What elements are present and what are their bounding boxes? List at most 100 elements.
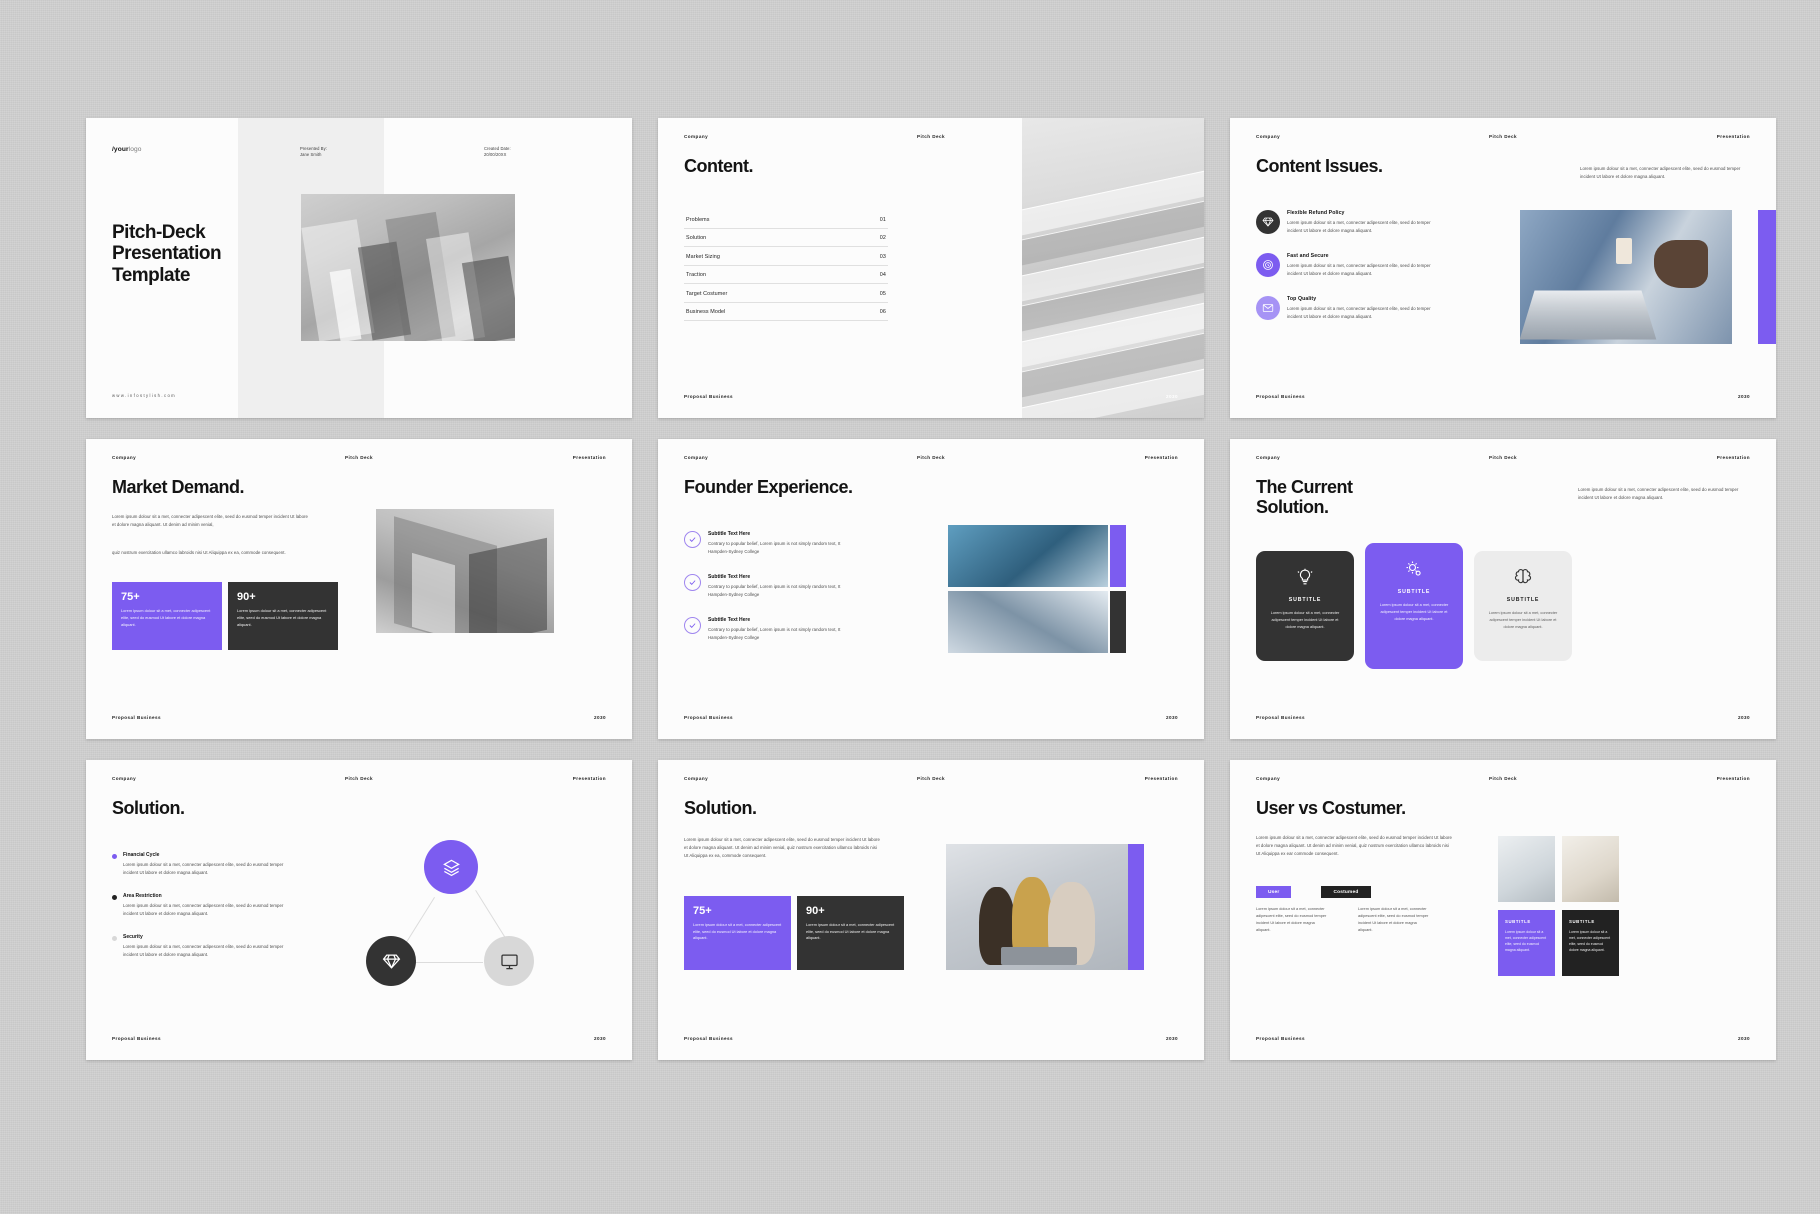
header-presentation: Presentation [1716,134,1750,139]
lightbulb-icon [1297,568,1313,585]
slide-solution-stats[interactable]: Company Pitch Deck Presentation Solution… [658,760,1204,1060]
solution-card[interactable]: SUBTITLE Lorem ipsum dolour sit a met, c… [1256,551,1354,661]
chip-user[interactable]: User [1256,886,1292,898]
list-item[interactable]: Problems 01 [684,210,888,229]
feature-item[interactable]: Flexible Refund Policy Lorem ipsum dolou… [1256,210,1446,235]
header-pitch-deck: Pitch Deck [1489,134,1517,139]
stat-card: 75+ Lorem ipsum dolour sit a met, connec… [684,896,791,970]
panel-caption: SUBTITLE [1505,919,1531,924]
header-company: Company [684,134,709,139]
experience-title: Subtitle Text Here [708,574,751,580]
header-presentation: Presentation [1716,455,1750,460]
slide-user-vs-costumer[interactable]: Company Pitch Deck Presentation User vs … [1230,760,1776,1060]
list-item[interactable]: Solution 02 [684,229,888,247]
solution-card[interactable]: SUBTITLE Lorem ipsum dolour sit a met, c… [1474,551,1572,661]
slide-header: Company Pitch Deck Presentation [86,776,632,786]
bullet-item[interactable]: Area Restriction Lorem ipsum dolour sit … [112,893,288,918]
diagram-node-left[interactable] [366,936,416,986]
header-company: Company [684,776,709,781]
feature-item[interactable]: Fast and Secure Lorem ipsum dolour sit a… [1256,253,1446,278]
slide-content-issues[interactable]: Company Pitch Deck Presentation Content … [1230,118,1776,418]
bullet-item[interactable]: Financial Cycle Lorem ipsum dolour sit a… [112,852,288,877]
glass-building-photo [948,525,1108,587]
modern-building-photo [948,591,1108,653]
header-company: Company [1256,455,1281,460]
slide-footer: Proposal Business 2030 [1230,715,1776,725]
stat-number: 90+ [806,905,825,917]
diamond-icon [1256,210,1280,234]
list-item-number: 06 [879,309,886,315]
stat-group: 75+ Lorem ipsum dolour sit a met, connec… [112,582,338,650]
slide-footer: Proposal Business 2030 [86,715,632,725]
experience-text: Contrary to popular belief, Lorem ipsum … [708,627,841,640]
experience-title: Subtitle Text Here [708,617,751,623]
accent-bar [1110,591,1126,653]
slide-footer: Proposal Business 2030 [658,1036,1204,1046]
envelope-icon [1256,296,1280,320]
slide-cover[interactable]: /yourlogo Presented By: Jane Smith Creat… [86,118,632,418]
logo-bold: /your [112,146,129,153]
bullet-text: Lorem ipsum dolour sit a met, connecter … [123,902,284,916]
feature-item[interactable]: Top Quality Lorem ipsum dolour sit a met… [1256,296,1446,321]
experience-item[interactable]: Subtitle Text Here Contrary to popular b… [684,531,856,556]
slide-content[interactable]: Company Pitch Deck Presentation Content.… [658,118,1204,418]
experience-text: Contrary to popular belief, Lorem ipsum … [708,584,841,597]
bullet-list: Financial Cycle Lorem ipsum dolour sit a… [112,852,288,975]
brain-icon [1514,568,1532,584]
footer-proposal: Proposal Business [684,394,734,399]
intro-paragraph: Lorem ipsum dolour sit a met, connecter … [1580,166,1741,179]
list-item-label: Target Costumer [686,290,728,297]
header-company: Company [1256,776,1281,781]
building-photo [376,509,554,633]
list-item-label: Solution [686,235,707,241]
feature-title: Fast and Secure [1287,253,1329,259]
bullet-title: Area Restriction [123,892,162,899]
footer-year: 2030 [1737,1036,1750,1041]
footer-proposal: Proposal Business [1256,715,1306,720]
accent-bar [1110,525,1126,587]
experience-item[interactable]: Subtitle Text Here Contrary to popular b… [684,574,856,599]
header-company: Company [112,776,137,781]
diamond-icon [382,954,400,969]
feature-text: Lorem ipsum dolour sit a met, connecter … [1287,306,1431,319]
header-pitch-deck: Pitch Deck [345,776,373,781]
page-title: Solution. [684,798,757,818]
feature-title: Flexible Refund Policy [1287,210,1345,216]
presented-by-name: Jane Smith [300,152,322,158]
slide-footer: Proposal Business 2030 [86,1036,632,1046]
slide-current-solution[interactable]: Company Pitch Deck Presentation The Curr… [1230,439,1776,739]
experience-text: Contrary to popular belief, Lorem ipsum … [708,541,841,554]
experience-title: Subtitle Text Here [708,531,751,537]
list-item-number: 04 [879,272,886,278]
slide-header: Company Pitch Deck Presentation [658,776,1204,786]
list-item-number: 01 [879,216,886,223]
card-text: Lorem ipsum dolour sit a met, connecter … [1270,611,1340,629]
solution-card[interactable]: SUBTITLE Lorem ipsum dolour sit a met, c… [1365,543,1463,669]
paragraph-two: quiz nostrum exercitation ullamco labroi… [112,550,286,555]
slide-market-demand[interactable]: Company Pitch Deck Presentation Market D… [86,439,632,739]
chair-photo [1562,836,1619,902]
thumbnail-group [1498,836,1619,902]
slide-founder-experience[interactable]: Company Pitch Deck Presentation Founder … [658,439,1204,739]
check-circle-icon [684,531,701,548]
header-presentation: Presentation [1716,776,1750,781]
bullet-dot-icon [112,935,117,941]
list-item[interactable]: Business Model 06 [684,303,888,321]
info-panel: SUBTITLE Lorem ipsum dolour sit a met, c… [1562,910,1619,976]
stat-number: 75+ [121,591,140,603]
diagram-node-right[interactable] [484,936,534,986]
bullet-item[interactable]: Security Lorem ipsum dolour sit a met, c… [112,934,288,959]
chip-costumed[interactable]: Costumed [1321,886,1371,898]
bullet-title: Financial Cycle [123,852,160,858]
list-item[interactable]: Target Costumer 05 [684,284,888,303]
stat-group: 75+ Lorem ipsum dolour sit a met, connec… [684,896,904,970]
slide-solution-diagram[interactable]: Company Pitch Deck Presentation Solution… [86,760,632,1060]
experience-item[interactable]: Subtitle Text Here Contrary to popular b… [684,617,856,642]
list-item[interactable]: Traction 04 [684,266,888,284]
footer-proposal: Proposal Business [684,1036,734,1041]
slide-footer: Proposal Business 2030 [1230,1036,1776,1046]
diagram-node-top[interactable] [424,840,478,894]
logo-light: logo [128,146,142,153]
paragraph-one: Lorem ipsum dolour sit a met, connecter … [112,514,308,527]
list-item[interactable]: Market Sizing 03 [684,247,888,266]
